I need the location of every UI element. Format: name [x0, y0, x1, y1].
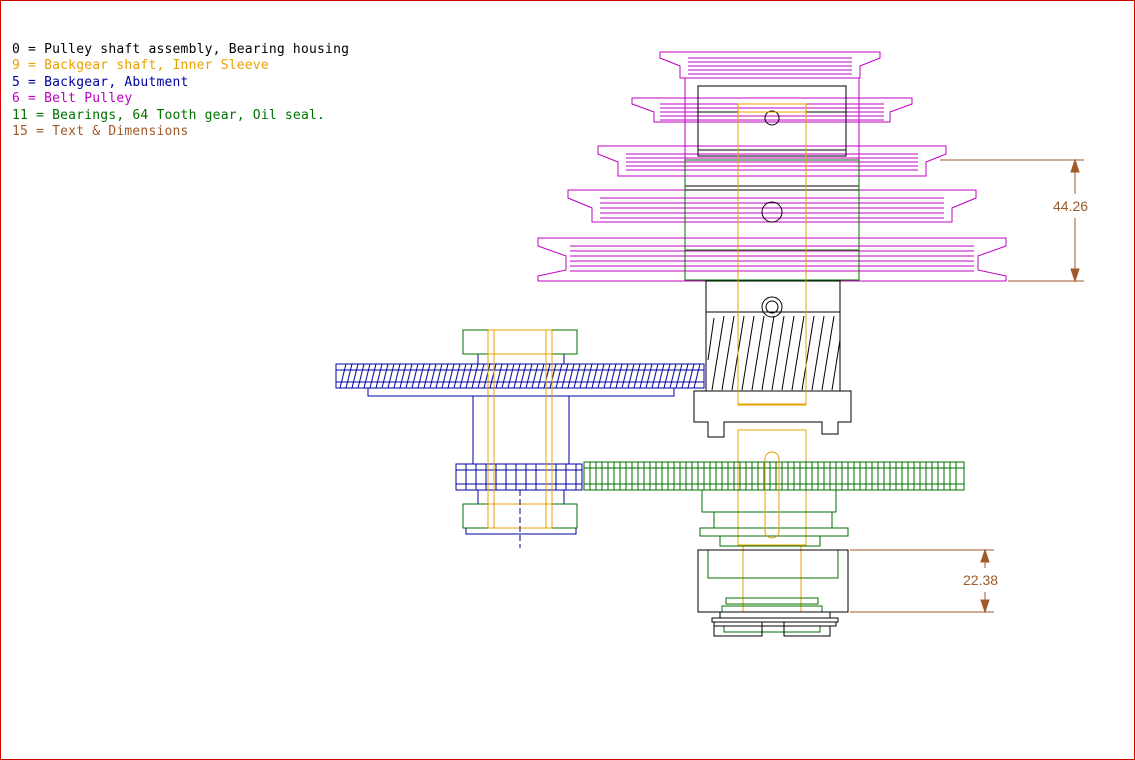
dimension-pulley-step — [940, 158, 1084, 283]
helical-pinion — [705, 280, 841, 392]
bull-gear-64-tooth — [583, 461, 965, 633]
pulley-bearing — [684, 159, 860, 281]
backgear-large — [335, 353, 705, 535]
dimension-label-housing-height: 22.38 — [963, 572, 998, 588]
backgear-bearings — [462, 329, 578, 529]
backgear-shaft — [487, 329, 553, 529]
cad-drawing: 44.26 22.38 — [335, 51, 1088, 637]
dimension-label-pulley-step: 44.26 — [1053, 198, 1088, 214]
keyway-slot — [764, 451, 780, 539]
pulley-bore-housing — [684, 85, 860, 251]
bearing-housing-lower — [697, 549, 849, 637]
